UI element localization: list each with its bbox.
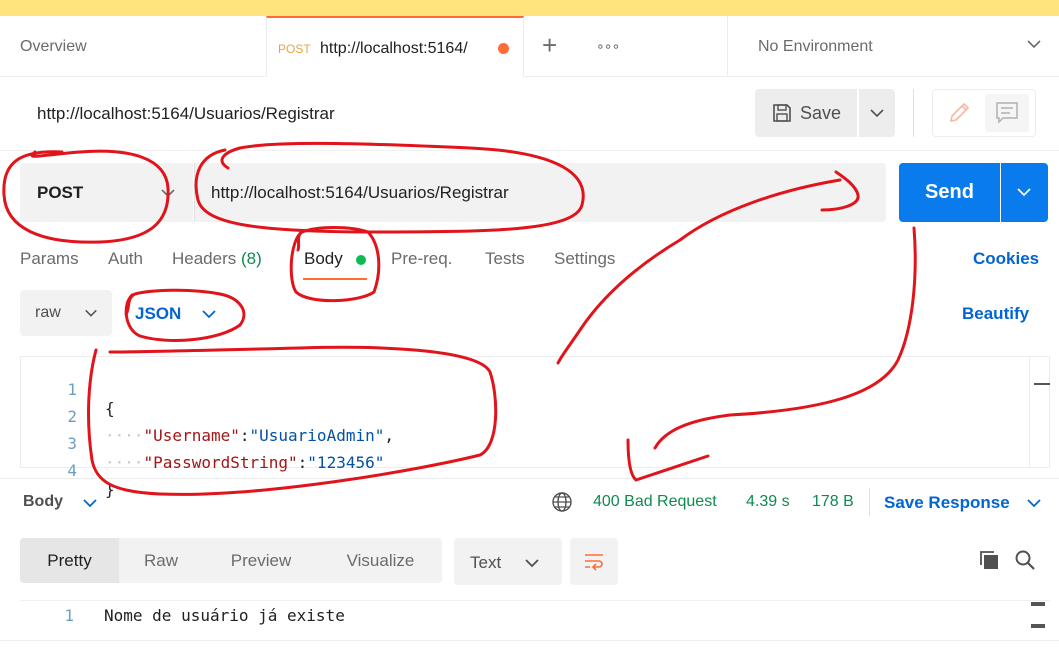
response-format-label: Text	[470, 553, 502, 572]
response-time[interactable]: 4.39 s	[746, 493, 790, 511]
chevron-down-icon[interactable]	[1026, 495, 1042, 511]
scroll-thumb[interactable]	[1034, 383, 1050, 385]
view-tab-preview[interactable]: Preview	[203, 538, 319, 583]
code-line: 4 }	[21, 442, 1049, 499]
chevron-down-icon[interactable]	[1026, 36, 1042, 52]
body-mode-select[interactable]: raw	[20, 290, 112, 336]
scroll-thumb[interactable]	[1031, 602, 1045, 628]
edit-button[interactable]	[937, 94, 981, 132]
comments-button[interactable]	[985, 94, 1029, 132]
response-status[interactable]: 400 Bad Request	[593, 493, 717, 511]
chevron-down-icon	[85, 309, 97, 317]
response-view-tabs: Pretty Raw Preview Visualize	[20, 538, 442, 583]
method-select[interactable]: POST	[20, 163, 193, 222]
response-body-select[interactable]: Body	[23, 493, 63, 511]
tab-body[interactable]: Body	[304, 249, 343, 269]
language-select[interactable]: JSON	[135, 304, 181, 324]
tab-overview[interactable]: Overview	[20, 38, 87, 56]
code-line: 3 ····"PasswordString":"123456"	[21, 415, 1049, 472]
side-actions	[932, 89, 1036, 137]
headers-count: (8)	[241, 249, 262, 268]
code-text: }	[105, 480, 115, 499]
beautify-button[interactable]: Beautify	[962, 304, 1029, 324]
chevron-down-icon[interactable]	[201, 306, 217, 322]
view-tab-raw[interactable]: Raw	[119, 538, 203, 583]
wrap-lines-button[interactable]	[570, 538, 618, 585]
line-number: 1	[64, 606, 74, 625]
new-tab-button[interactable]: +	[542, 30, 557, 61]
tab-method-badge: POST	[278, 42, 311, 56]
comment-icon	[996, 102, 1018, 124]
notification-banner	[0, 0, 1059, 16]
globe-icon[interactable]	[551, 491, 573, 513]
chevron-down-icon[interactable]	[82, 495, 98, 511]
body-mode-label: raw	[35, 304, 61, 321]
search-icon[interactable]	[1014, 549, 1036, 571]
tab-headers-label: Headers	[172, 249, 237, 268]
divider	[869, 488, 870, 516]
method-label: POST	[37, 183, 84, 202]
tab-tests[interactable]: Tests	[485, 249, 525, 269]
wrap-lines-icon	[585, 554, 603, 571]
tab-active-request[interactable]: POST http://localhost:5164/	[266, 16, 524, 77]
code-line: 1 {	[21, 361, 1049, 418]
url-text: http://localhost:5164/Usuarios/Registrar	[211, 183, 509, 202]
body-editor[interactable]: 1 { 2 ····"Username":"UsuarioAdmin", 3 ·…	[20, 356, 1050, 499]
active-tab-underline	[303, 278, 367, 280]
unsaved-indicator	[498, 43, 509, 54]
tab-prerequest[interactable]: Pre-req.	[391, 249, 452, 269]
save-icon	[773, 104, 791, 122]
chevron-down-icon	[525, 559, 539, 568]
divider	[727, 16, 728, 77]
tab-params[interactable]: Params	[20, 249, 79, 269]
response-size[interactable]: 178 B	[812, 493, 854, 511]
save-label: Save	[800, 103, 842, 123]
divider	[0, 640, 1059, 641]
tab-headers[interactable]: Headers (8)	[172, 249, 262, 269]
request-name: http://localhost:5164/Usuarios/Registrar	[37, 104, 335, 123]
copy-icon[interactable]	[978, 549, 1000, 571]
response-scrollbar[interactable]	[1028, 600, 1048, 630]
save-options-button[interactable]	[859, 89, 895, 137]
tab-auth[interactable]: Auth	[108, 249, 143, 269]
send-label: Send	[925, 181, 974, 203]
code-line: 2 ····"Username":"UsuarioAdmin",	[21, 388, 1049, 445]
save-button[interactable]: Save	[755, 89, 857, 137]
chevron-down-icon	[870, 109, 884, 118]
send-options-button[interactable]	[1001, 163, 1048, 222]
body-indicator-dot	[356, 255, 366, 265]
view-tab-pretty[interactable]: Pretty	[20, 538, 119, 583]
tab-bar: Overview POST http://localhost:5164/ + ∘…	[0, 16, 1059, 77]
environment-selector[interactable]: No Environment	[758, 38, 873, 56]
chevron-down-icon	[1017, 188, 1031, 197]
send-button[interactable]: Send	[899, 163, 1000, 222]
chevron-down-icon	[161, 189, 175, 198]
response-format-select[interactable]: Text	[454, 538, 562, 585]
cookies-link[interactable]: Cookies	[973, 249, 1039, 269]
save-response-button[interactable]: Save Response	[884, 493, 1010, 513]
url-input[interactable]: http://localhost:5164/Usuarios/Registrar	[194, 163, 886, 222]
editor-scrollbar[interactable]	[1029, 357, 1050, 467]
divider	[0, 150, 1059, 151]
divider	[913, 89, 914, 137]
pencil-icon	[949, 102, 970, 123]
response-output: 1 Nome de usuário já existe	[20, 600, 1050, 632]
tab-settings[interactable]: Settings	[554, 249, 615, 269]
view-tab-visualize[interactable]: Visualize	[319, 538, 442, 583]
tab-title: http://localhost:5164/	[320, 40, 468, 57]
response-text: Nome de usuário já existe	[104, 606, 345, 625]
more-tabs-button[interactable]: ∘∘∘	[596, 38, 620, 55]
divider	[0, 478, 1059, 479]
